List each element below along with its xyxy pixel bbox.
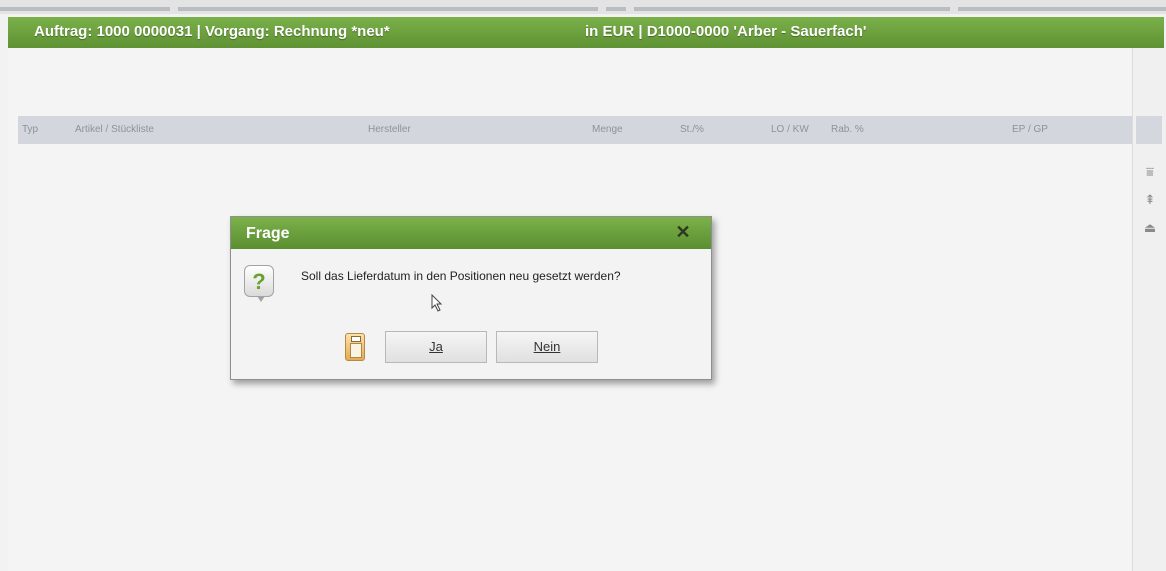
column-ep-gp[interactable]: EP / GP	[1012, 124, 1048, 135]
tab-strip-segment	[606, 7, 626, 11]
question-dialog: Frage ✕ ? Soll das Lieferdatum in den Po…	[230, 216, 712, 380]
column-menge[interactable]: Menge	[592, 124, 623, 135]
dialog-title-bar[interactable]: Frage ✕	[231, 217, 711, 249]
no-button-label: Nein	[533, 339, 561, 354]
collapse-all-icon[interactable]: ⩸	[1141, 164, 1159, 180]
column-rabatt[interactable]: Rab. %	[831, 124, 864, 135]
tab-strip-segment	[0, 7, 170, 11]
column-lo-kw[interactable]: LO / KW	[771, 124, 809, 135]
column-st-percent[interactable]: St./%	[680, 124, 704, 135]
yes-button[interactable]: Ja	[385, 331, 487, 363]
column-typ[interactable]: Typ	[22, 124, 38, 135]
positions-column-header: Typ Artikel / Stückliste Hersteller Meng…	[18, 116, 1132, 144]
tab-strip-segment	[178, 7, 598, 11]
currency-customer-info: in EUR | D1000-0000 'Arber - Sauerfach'	[585, 23, 867, 40]
no-button[interactable]: Nein	[496, 331, 598, 363]
tab-strip-segment	[634, 7, 950, 11]
dialog-title: Frage	[246, 225, 290, 242]
header-corner-box	[1136, 116, 1162, 144]
order-header-bar: Auftrag: 1000 0000031 | Vorgang: Rechnun…	[8, 17, 1164, 48]
clipboard-icon[interactable]	[345, 333, 365, 361]
order-info: Auftrag: 1000 0000031 | Vorgang: Rechnun…	[34, 23, 390, 40]
right-toolbar: ⩸ ⇞ ⏏	[1132, 48, 1166, 571]
tab-strip-segment	[958, 7, 1166, 11]
column-artikel[interactable]: Artikel / Stückliste	[75, 124, 154, 135]
question-icon: ?	[244, 265, 274, 302]
top-tab-strip	[0, 0, 1166, 14]
dialog-message: Soll das Lieferdatum in den Positionen n…	[301, 269, 621, 283]
eject-icon[interactable]: ⏏	[1141, 220, 1159, 236]
mouse-cursor-icon	[431, 294, 443, 312]
move-top-icon[interactable]: ⇞	[1141, 192, 1159, 208]
column-hersteller[interactable]: Hersteller	[368, 124, 411, 135]
yes-button-label: Ja	[429, 339, 443, 354]
close-icon[interactable]: ✕	[673, 222, 693, 242]
